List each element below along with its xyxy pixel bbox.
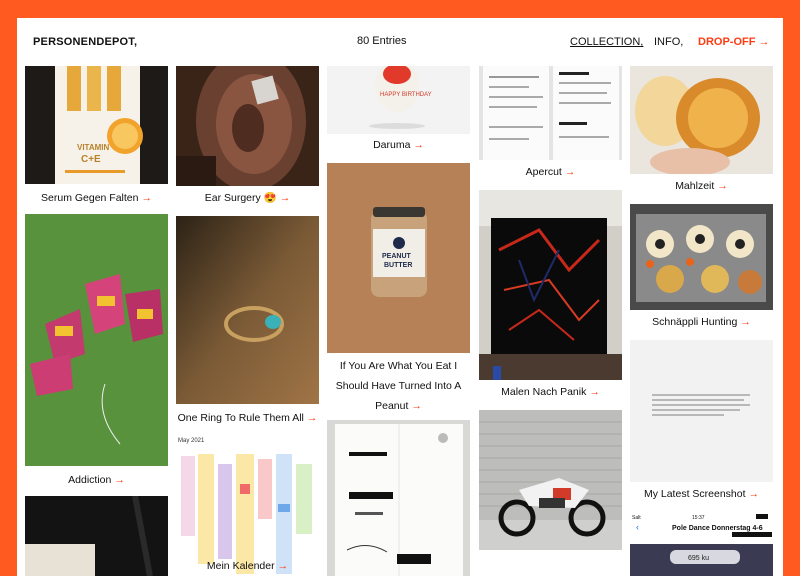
arrow-right-icon: → [411,400,422,412]
card-caption[interactable]: Daruma → [327,135,470,155]
arrow-right-icon: → [114,474,125,486]
jar-label-1: PEANUT [382,253,412,260]
card-caption[interactable]: Serum Gegen Falten → [25,188,168,208]
top-navigation: PERSONENDEPOT, 80 Entries COLLECTION, IN… [17,18,783,66]
card-image[interactable] [479,190,622,380]
arrow-right-icon: → [279,192,291,204]
arrow-right-icon: → [758,36,770,48]
card-caption[interactable]: One Ring To Rule Them All → [176,408,319,428]
arrow-right-icon: → [277,560,289,572]
card-image[interactable] [479,66,622,160]
nav-info[interactable]: INFO, [654,36,683,48]
arrow-right-icon: → [748,488,760,500]
card-caption[interactable]: Schnäppli Hunting → [630,312,773,332]
arrow-right-icon: → [740,316,751,328]
card-caption[interactable]: Addiction → [25,470,168,490]
card-image[interactable] [25,214,168,466]
card-image[interactable] [630,340,773,482]
card-image[interactable] [630,66,773,174]
nav-collection[interactable]: COLLECTION, [570,36,643,48]
caption-line-3: Peanut [375,400,409,412]
card-image[interactable]: Salt 15:37 ‹ Pole Dance Donnerstag 4-6 6… [630,512,773,576]
grid-column-3: HAPPY BIRTHDAY Daruma → PEANUT BUTTER If… [327,18,470,576]
caption-text: One Ring To Rule Them All [177,412,304,424]
caption-text: My Latest Screenshot [643,488,746,500]
card-caption[interactable]: Apercut → [479,162,622,182]
grid-column-5: Mahlzeit → Schnäppli Hunting → My Latest… [630,18,773,576]
card-image[interactable]: May 2021 [176,434,319,576]
caption-text: Schnäppli Hunting [652,316,738,328]
arrow-right-icon: → [413,139,424,151]
caption-text: Addiction [68,474,112,486]
arrow-right-icon: → [589,386,600,398]
phone-carrier: Salt [632,515,641,521]
jar-label-2: BUTTER [384,262,412,269]
caption-text: Daruma [373,139,411,151]
card-caption[interactable]: Mahlzeit → [630,176,773,196]
serum-text-2: C+E [81,154,101,165]
arrow-right-icon: → [306,412,318,424]
daruma-text: HAPPY BIRTHDAY [380,92,432,98]
phone-title: Pole Dance Donnerstag 4-6 [672,525,763,532]
card-image[interactable] [630,204,773,310]
card-image[interactable]: VITAMIN C+E [25,66,168,184]
card-image[interactable] [25,496,168,576]
card-image[interactable] [327,420,470,576]
caption-line-1: If You Are What You Eat I [339,360,458,372]
page-frame: PERSONENDEPOT, 80 Entries COLLECTION, IN… [17,18,783,576]
brand-logo[interactable]: PERSONENDEPOT, [33,36,137,48]
grid-column-2: Ear Surgery 😍 → One Ring To Rule Them Al… [176,18,319,576]
card-caption[interactable]: Malen Nach Panik → [479,382,622,402]
grid-column-4: Apercut → Malen Nach Panik → [479,18,622,576]
card-image[interactable]: HAPPY BIRTHDAY [327,66,470,134]
nav-drop-off-label: DROP-OFF [698,36,756,48]
caption-text: Apercut [525,166,562,178]
phone-time: 15:37 [692,515,705,521]
card-image[interactable] [176,216,319,404]
caption-text: Serum Gegen Falten [41,192,139,204]
card-caption[interactable]: If You Are What You Eat I Should Have Tu… [327,356,470,416]
caption-text: Malen Nach Panik [501,386,587,398]
arrow-right-icon: → [141,192,152,204]
arrow-right-icon: → [564,166,576,178]
card-image[interactable]: PEANUT BUTTER [327,163,470,353]
caption-line-2: Should Have Turned Into A [335,380,462,392]
grid-column-1: VITAMIN C+E Serum Gegen Falten → Addicti… [25,18,168,576]
calendar-month: May 2021 [178,438,205,444]
card-image[interactable] [479,410,622,550]
nav-drop-off[interactable]: DROP-OFF → [698,36,769,48]
phone-back-icon: ‹ [636,522,639,532]
card-caption[interactable]: My Latest Screenshot → [630,484,773,504]
card-caption[interactable]: Mein Kalender → [176,556,319,576]
serum-text-1: VITAMIN [77,143,110,152]
phone-amount: 695 ku [688,555,709,562]
arrow-right-icon: → [717,180,728,192]
caption-text: Mein Kalender [206,560,275,572]
caption-text: Ear Surgery 😍 [204,192,277,204]
card-image[interactable] [176,66,319,186]
card-caption[interactable]: Ear Surgery 😍 → [176,188,319,208]
entries-count: 80 Entries [357,35,407,47]
caption-text: Mahlzeit [675,180,715,192]
